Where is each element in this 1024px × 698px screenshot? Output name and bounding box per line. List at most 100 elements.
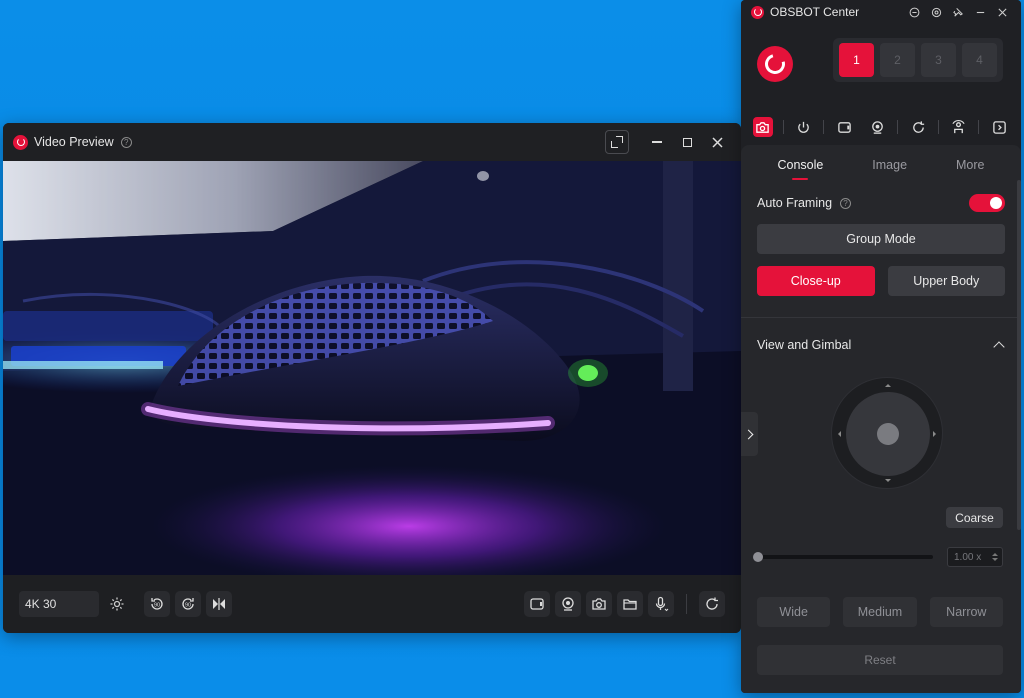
minimize-button[interactable] (971, 3, 989, 21)
preset-wide-button[interactable]: Wide (757, 597, 831, 627)
ai-refresh-button[interactable] (699, 591, 725, 617)
device-slot-1[interactable]: 1 (839, 43, 874, 77)
panel-tabs: Console Image More (741, 145, 1021, 185)
settings-button[interactable] (927, 3, 945, 21)
webcam-icon (872, 120, 883, 134)
joystick-knob[interactable] (877, 423, 899, 445)
close-icon (997, 7, 1007, 17)
maximize-icon (682, 137, 692, 147)
toolbar-divider (978, 120, 980, 134)
preview-control-bar: 4K 30 90 90 (3, 575, 741, 633)
pin-button[interactable] (949, 3, 967, 21)
pin-icon (952, 7, 963, 17)
resolution-label: 4K 30 (25, 597, 57, 611)
tracking-button[interactable] (949, 117, 969, 137)
rotate-left-button[interactable]: 90 (144, 591, 170, 617)
close-up-button[interactable]: Close-up (757, 266, 875, 296)
reset-button[interactable]: Reset (757, 645, 1003, 675)
panel-scrollbar[interactable] (1017, 180, 1021, 530)
record-video-icon (530, 598, 544, 610)
minimize-icon (652, 141, 662, 143)
gimbal-joystick[interactable] (831, 377, 943, 489)
microphone-button[interactable] (648, 591, 674, 617)
console-panel: Console Image More Auto Framing ? Group … (741, 145, 1021, 693)
sidebar-toggle-button[interactable] (989, 117, 1009, 137)
minimize-icon (976, 11, 984, 13)
feedback-button[interactable] (905, 3, 923, 21)
settings-button[interactable] (104, 591, 130, 617)
device-slot-3[interactable]: 3 (921, 43, 956, 77)
device-slot-2[interactable]: 2 (880, 43, 915, 77)
rotate-right-button[interactable]: 90 (175, 591, 201, 617)
group-mode-button[interactable]: Group Mode (757, 224, 1005, 254)
sidebar-toggle-icon (992, 120, 1006, 134)
obsbot-center-titlebar[interactable]: OBSBOT Center (741, 0, 1021, 24)
webcam-button[interactable] (555, 591, 581, 617)
power-button[interactable] (794, 117, 814, 137)
power-icon (798, 121, 809, 133)
framing-options: Close-up Upper Body (757, 266, 1005, 296)
arrow-right-icon (933, 431, 939, 437)
minimize-button[interactable] (643, 130, 671, 154)
webcam-button[interactable] (868, 117, 888, 137)
help-icon[interactable]: ? (120, 136, 132, 148)
obsbot-logo-icon (751, 5, 764, 19)
feedback-icon (909, 7, 919, 17)
chevron-up-icon[interactable] (993, 341, 1005, 353)
camera-settings-button[interactable] (753, 117, 773, 137)
upper-body-button[interactable]: Upper Body (887, 266, 1005, 296)
window-title: Video Preview (34, 135, 114, 149)
camera-settings-icon (756, 121, 770, 133)
zoom-row: 1.00 x (753, 547, 1003, 567)
sync-button[interactable] (908, 117, 928, 137)
sync-icon (912, 120, 924, 133)
toolbar-divider (686, 594, 687, 614)
video-button[interactable] (834, 117, 854, 137)
tab-image[interactable]: Image (866, 158, 913, 172)
zoom-slider[interactable] (753, 552, 933, 562)
zoom-input[interactable]: 1.00 x (947, 547, 1003, 567)
toolbar-divider (782, 120, 784, 134)
section-divider (741, 317, 1021, 318)
open-folder-button[interactable] (617, 591, 643, 617)
tracking-icon (952, 119, 965, 133)
zoom-spinner[interactable] (992, 550, 1000, 564)
help-icon[interactable]: ? (840, 197, 852, 209)
resolution-selector[interactable]: 4K 30 (19, 591, 99, 617)
zoom-slider-thumb[interactable] (753, 552, 763, 562)
device-slot-4[interactable]: 4 (962, 43, 997, 77)
tab-more[interactable]: More (950, 158, 990, 172)
record-button[interactable] (524, 591, 550, 617)
maximize-button[interactable] (673, 130, 701, 154)
video-preview-titlebar[interactable]: Video Preview ? (3, 123, 741, 161)
auto-framing-toggle[interactable] (969, 194, 1005, 212)
expand-icon[interactable] (605, 130, 629, 154)
preset-narrow-button[interactable]: Narrow (929, 597, 1003, 627)
arrow-up-icon (885, 381, 891, 387)
gear-icon (931, 7, 941, 17)
video-preview-window: Video Preview ? 4K 30 90 90 (3, 123, 741, 633)
coarse-button[interactable]: Coarse (946, 507, 1003, 528)
close-button[interactable] (703, 130, 731, 154)
rotate-right-90-icon: 90 (182, 598, 194, 610)
snapshot-camera-icon (592, 598, 606, 610)
tab-console[interactable]: Console (771, 158, 829, 180)
toolbar-divider (823, 120, 825, 134)
camera-preview-feed[interactable] (3, 161, 741, 575)
collapse-preview-button[interactable] (741, 412, 758, 456)
rotate-right-label: 90 (185, 603, 191, 609)
obsbot-brand-logo (757, 46, 793, 82)
close-button[interactable] (993, 3, 1011, 21)
window-title: OBSBOT Center (770, 5, 860, 19)
rotate-left-label: 90 (154, 603, 160, 609)
snapshot-button[interactable] (586, 591, 612, 617)
mirror-button[interactable] (206, 591, 232, 617)
spin-down-icon[interactable] (992, 558, 998, 564)
microphone-icon (655, 596, 669, 612)
auto-framing-row: Auto Framing ? (741, 193, 1021, 213)
spin-up-icon[interactable] (992, 550, 998, 556)
preset-medium-button[interactable]: Medium (843, 597, 917, 627)
view-presets: Wide Medium Narrow (757, 597, 1003, 627)
view-gimbal-header[interactable]: View and Gimbal (741, 338, 1021, 353)
camera-scene-image (3, 161, 741, 575)
